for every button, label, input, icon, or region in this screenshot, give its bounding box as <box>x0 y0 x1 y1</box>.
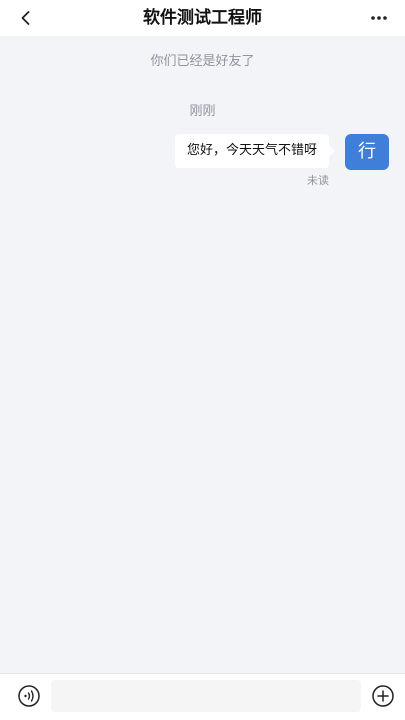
back-button[interactable] <box>12 4 40 32</box>
more-options-button[interactable] <box>365 4 393 32</box>
message-input[interactable] <box>51 680 361 712</box>
more-dots-icon <box>371 16 387 20</box>
voice-input-button[interactable] <box>17 684 41 708</box>
timestamp-label: 刚刚 <box>189 104 216 119</box>
avatar[interactable]: 行 <box>345 134 389 170</box>
plus-circle-icon <box>372 685 394 707</box>
read-status-label: 未读 <box>307 174 329 187</box>
system-message: 你们已经是好友了 <box>150 54 255 69</box>
voice-icon <box>18 685 40 707</box>
chevron-left-icon <box>21 11 30 25</box>
input-bar <box>0 673 405 720</box>
message-bubble[interactable]: 您好，今天天气不错呀 <box>174 134 336 168</box>
chat-title: 软件测试工程师 <box>143 8 262 28</box>
top-bar: 软件测试工程师 <box>0 0 405 36</box>
more-functions-button[interactable] <box>371 684 395 708</box>
